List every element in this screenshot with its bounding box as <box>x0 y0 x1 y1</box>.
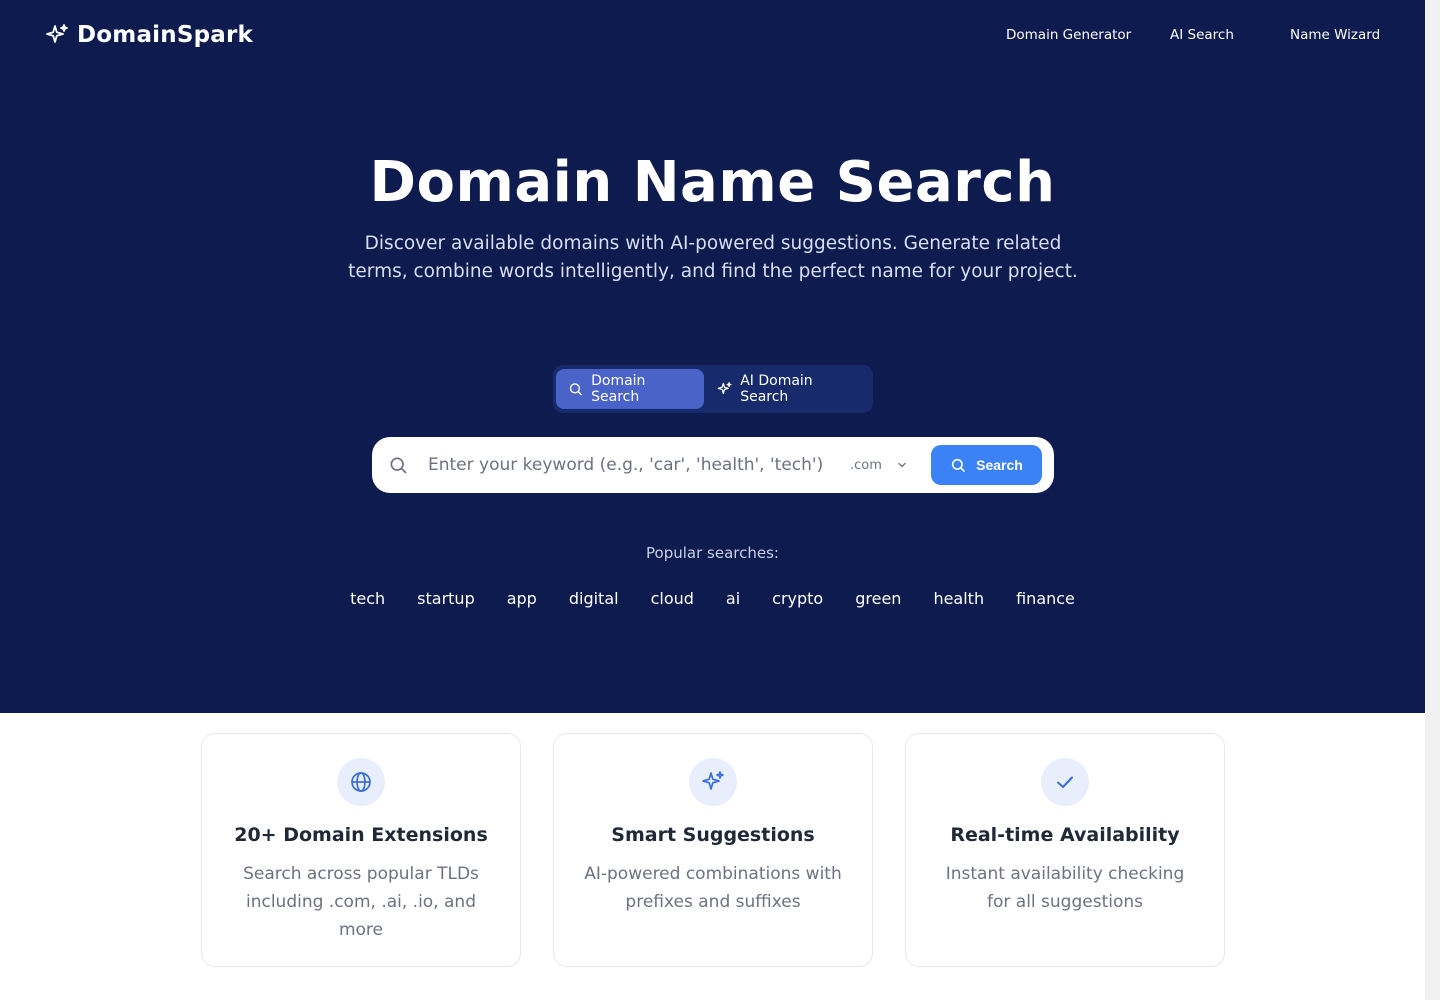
feature-icon-badge <box>1041 758 1089 806</box>
tld-select[interactable]: .com <box>850 455 908 475</box>
nav-name-wizard[interactable]: Name Wizard <box>1290 27 1380 43</box>
top-nav: Domain Generator AI Search Name Wizard <box>0 27 1425 47</box>
feature-card-extensions: 20+ Domain Extensions Search across popu… <box>201 733 521 967</box>
check-icon <box>1057 776 1073 788</box>
feature-description: Search across popular TLDs including .co… <box>243 864 479 940</box>
search-bar: .com Search <box>372 437 1054 493</box>
popular-term[interactable]: finance <box>1000 589 1091 608</box>
feature-icon-badge <box>689 758 737 806</box>
popular-term[interactable]: startup <box>401 589 491 608</box>
search-icon <box>569 383 582 396</box>
nav-ai-search[interactable]: AI Search <box>1170 27 1234 43</box>
page-title: Domain Name Search <box>369 150 1056 215</box>
popular-term[interactable]: tech <box>334 589 401 608</box>
popular-term[interactable]: app <box>491 589 553 608</box>
search-icon <box>952 458 965 472</box>
popular-term[interactable]: crypto <box>756 589 839 608</box>
search-button[interactable]: Search <box>931 445 1042 485</box>
popular-term[interactable]: cloud <box>635 589 710 608</box>
sparkles-icon <box>717 382 732 395</box>
sparkles-icon <box>702 771 724 790</box>
tld-select-value: .com <box>850 457 882 473</box>
globe-icon <box>351 772 371 792</box>
feature-description: AI-powered combinations with prefixes an… <box>584 864 842 912</box>
feature-description: Instant availability checking for all su… <box>945 864 1185 912</box>
search-button-label: Search <box>976 457 1023 473</box>
search-input[interactable] <box>428 449 828 481</box>
tab-ai-domain-search-label: AI Domain Search <box>740 373 813 405</box>
hero-section: DomainSpark Domain Generator AI Search N… <box>0 0 1425 713</box>
feature-card-availability: Real-time Availability Instant availabil… <box>905 733 1225 967</box>
nav-domain-generator[interactable]: Domain Generator <box>1006 27 1131 43</box>
tab-domain-search-label: Domain Search <box>591 373 646 405</box>
feature-title: Smart Suggestions <box>611 824 815 846</box>
page-subtitle: Discover available domains with AI-power… <box>348 233 1078 282</box>
feature-title: Real-time Availability <box>950 824 1180 846</box>
popular-term[interactable]: digital <box>553 589 635 608</box>
tab-domain-search[interactable]: Domain Search <box>556 369 704 409</box>
chevron-down-icon <box>898 462 906 468</box>
popular-term[interactable]: ai <box>710 589 756 608</box>
feature-title: 20+ Domain Extensions <box>234 824 488 846</box>
search-icon <box>390 457 407 474</box>
page-scrollbar[interactable] <box>1425 0 1440 1000</box>
popular-term[interactable]: health <box>917 589 1000 608</box>
tab-ai-domain-search[interactable]: AI Domain Search <box>705 369 871 409</box>
feature-card-suggestions: Smart Suggestions AI-powered combination… <box>553 733 873 967</box>
popular-term[interactable]: green <box>839 589 917 608</box>
popular-searches-label: Popular searches: <box>646 544 779 562</box>
feature-icon-badge <box>337 758 385 806</box>
popular-searches-list: tech startup app digital cloud ai crypto… <box>0 589 1425 608</box>
search-mode-toggle: Domain Search AI Domain Search <box>553 365 873 413</box>
